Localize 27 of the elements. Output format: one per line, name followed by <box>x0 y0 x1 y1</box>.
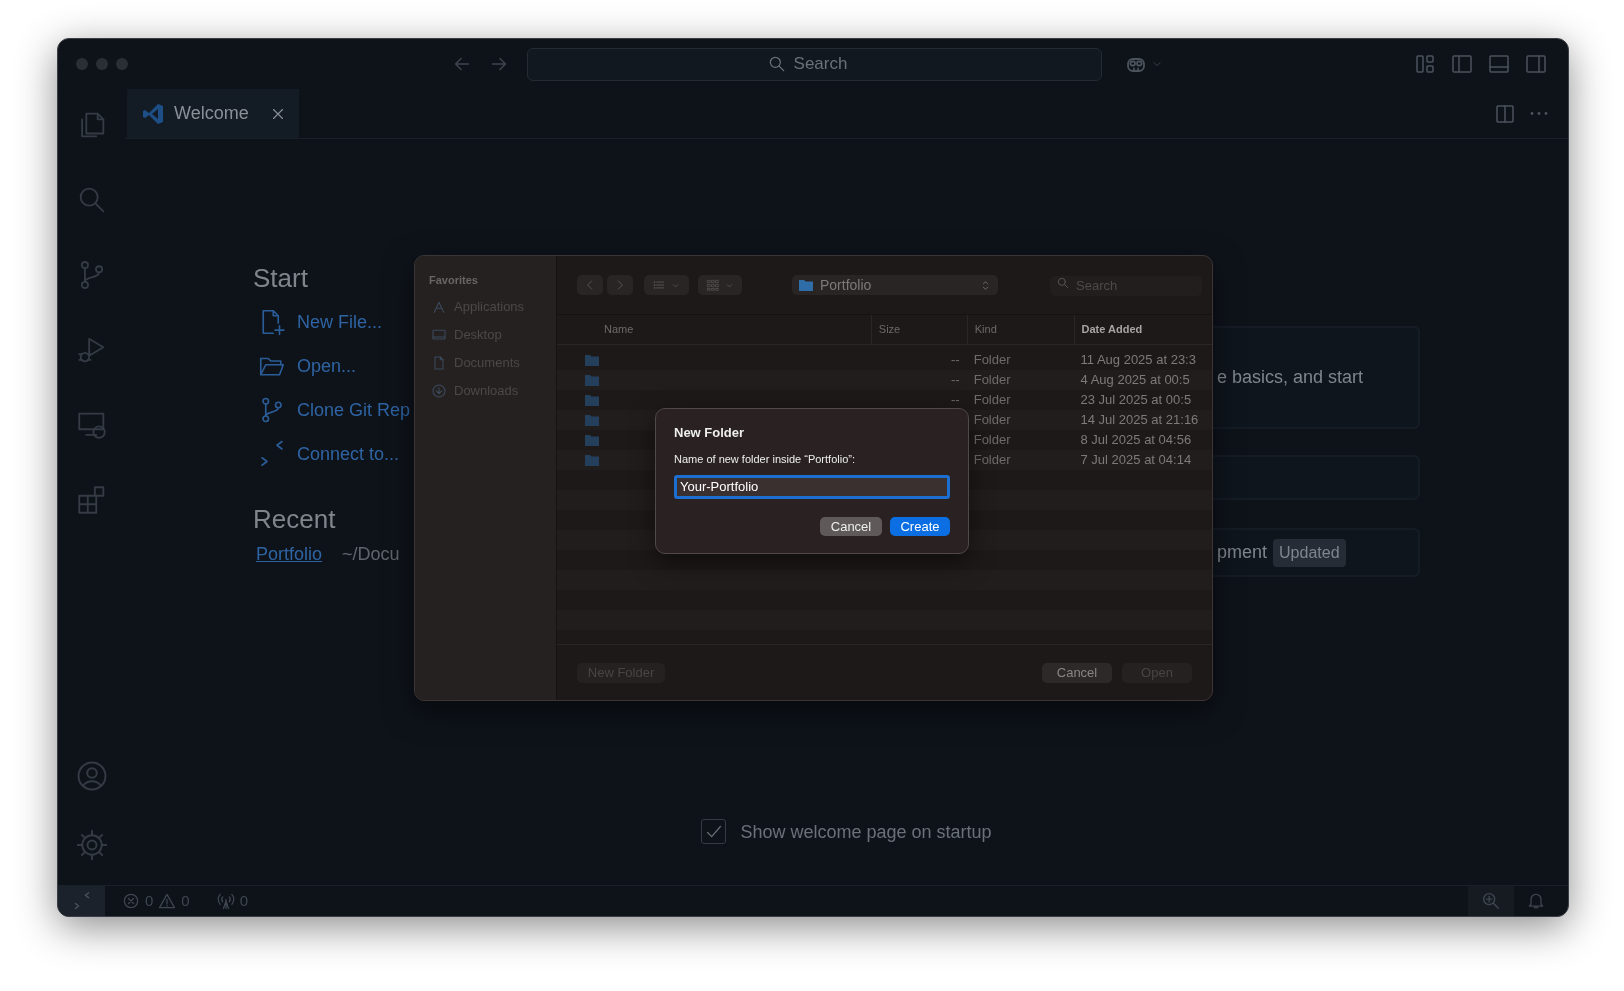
tab-label: Welcome <box>174 102 249 125</box>
prompt-text: Name of new folder inside “Portfolio”: <box>674 451 856 467</box>
location-label: Portfolio <box>820 275 872 295</box>
table-cell: -- <box>951 372 960 388</box>
table-cell: 23 Jul 2025 at 00:5 <box>1080 392 1192 408</box>
table-cell: Folder <box>973 372 1011 388</box>
table-cell: Folder <box>973 412 1011 428</box>
table-cell: -- <box>951 392 960 408</box>
table-cell: 8 Jul 2025 at 04:56 <box>1080 432 1192 448</box>
sheet-title: New Folder <box>674 424 746 442</box>
table-cell: 7 Jul 2025 at 04:14 <box>1080 452 1192 468</box>
section-heading: Start <box>253 263 309 295</box>
card-title: pment <box>1217 541 1268 564</box>
section-heading: Recent <box>253 504 337 536</box>
checkbox-label: Show welcome page on startup <box>740 821 992 844</box>
recent-path: ~/Docu <box>342 543 400 567</box>
table-cell: 11 Aug 2025 at 23:3 <box>1080 352 1196 368</box>
table-cell: 4 Aug 2025 at 00:5 <box>1080 372 1190 388</box>
table-cell: Folder <box>973 432 1011 448</box>
table-cell: Folder <box>973 352 1011 368</box>
table-cell: Folder <box>973 452 1011 468</box>
table-cell: Folder <box>973 392 1011 408</box>
sidebar-heading: Favorites <box>429 273 479 288</box>
card-title: e basics, and start <box>1217 366 1364 389</box>
table-cell: -- <box>951 352 960 368</box>
updated-badge: Updated <box>1273 538 1346 567</box>
table-cell: 14 Jul 2025 at 21:16 <box>1080 412 1199 428</box>
